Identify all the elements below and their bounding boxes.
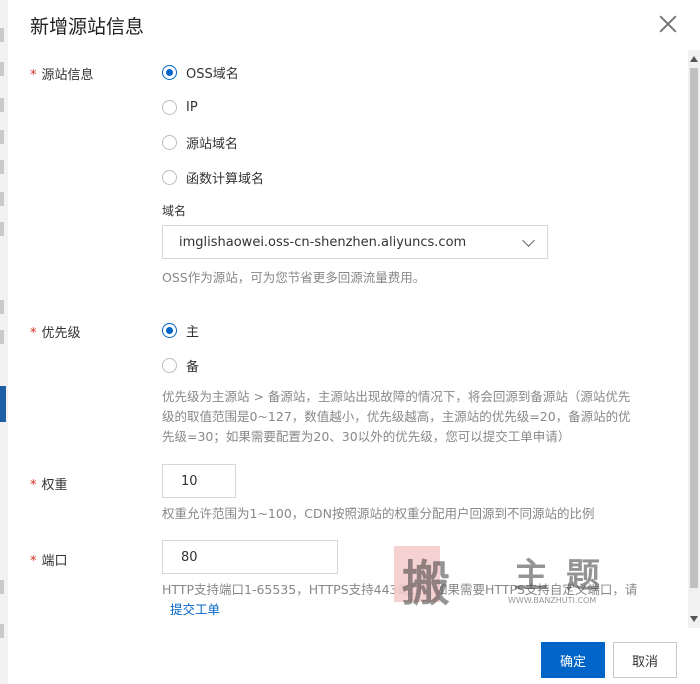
- domain-select-value: imglishaowei.oss-cn-shenzhen.aliyuncs.co…: [179, 234, 467, 250]
- required-mark: *: [30, 68, 37, 83]
- background-mark: [0, 130, 4, 144]
- port-label-text: 端口: [41, 554, 68, 569]
- scroll-down-arrow-icon[interactable]: [690, 616, 698, 622]
- port-label: * 端口: [30, 550, 68, 569]
- radio-priority-backup[interactable]: 备: [162, 355, 199, 375]
- background-mark: [0, 624, 4, 638]
- close-icon[interactable]: [656, 12, 680, 36]
- background-mark: [0, 192, 4, 206]
- radio-unchecked-icon: [162, 99, 177, 115]
- radio-unchecked-icon: [162, 169, 177, 185]
- radio-label: IP: [186, 99, 198, 115]
- radio-function-compute-domain[interactable]: 函数计算域名: [162, 167, 264, 187]
- background-page-strip: [0, 0, 8, 684]
- radio-label: 函数计算域名: [186, 171, 265, 187]
- add-origin-dialog: 新增源站信息 * 源站信息 OSS域名 IP 源站域名 函数计算域名 域名 img…: [8, 0, 700, 684]
- dialog-footer: 确定 取消: [8, 628, 700, 684]
- chevron-down-icon: [522, 234, 535, 247]
- background-mark: [0, 62, 4, 76]
- radio-origin-domain[interactable]: 源站域名: [162, 132, 238, 152]
- domain-select[interactable]: imglishaowei.oss-cn-shenzhen.aliyuncs.co…: [162, 225, 548, 259]
- weight-label-text: 权重: [41, 478, 68, 493]
- radio-priority-primary[interactable]: 主: [162, 320, 199, 340]
- radio-oss-domain[interactable]: OSS域名: [162, 62, 239, 82]
- background-active-nav: [0, 386, 6, 422]
- radio-label: 主: [186, 324, 200, 340]
- radio-label: 源站域名: [186, 136, 239, 152]
- required-mark: *: [30, 326, 37, 341]
- vertical-scrollbar[interactable]: [688, 50, 700, 628]
- submit-ticket-link[interactable]: 提交工单: [170, 602, 220, 617]
- background-mark: [0, 222, 4, 236]
- background-mark: [0, 580, 4, 594]
- origin-help-text: OSS作为源站，可为您节省更多回源流量费用。: [162, 270, 426, 285]
- priority-label-text: 优先级: [41, 326, 81, 341]
- origin-label: * 源站信息: [30, 64, 94, 83]
- radio-unchecked-icon: [162, 134, 177, 150]
- dialog-body: * 源站信息 OSS域名 IP 源站域名 函数计算域名 域名 imglishaow…: [8, 50, 700, 628]
- origin-label-text: 源站信息: [41, 68, 94, 83]
- scrollbar-thumb[interactable]: [690, 68, 698, 588]
- background-mark: [0, 98, 4, 112]
- port-input[interactable]: [162, 540, 338, 574]
- radio-unchecked-icon: [162, 357, 177, 373]
- background-mark: [0, 300, 4, 314]
- radio-checked-icon: [162, 322, 177, 338]
- radio-label: OSS域名: [186, 66, 239, 82]
- required-mark: *: [30, 478, 37, 493]
- port-help-text: HTTP支持端口1-65535，HTTPS支持443端口，如果需要HTTPS支持…: [162, 580, 640, 620]
- weight-label: * 权重: [30, 474, 68, 493]
- weight-help-text: 权重允许范围为1~100，CDN按照源站的权重分配用户回源到不同源站的比例: [162, 506, 595, 521]
- required-mark: *: [30, 554, 37, 569]
- background-mark: [0, 160, 4, 174]
- priority-help-text: 优先级为主源站 > 备源站，主源站出现故障的情况下，将会回源到备源站（源站优先级…: [162, 389, 631, 444]
- scroll-up-arrow-icon[interactable]: [690, 56, 698, 62]
- priority-label: * 优先级: [30, 322, 81, 341]
- dialog-title: 新增源站信息: [30, 16, 145, 38]
- radio-label: 备: [186, 359, 200, 375]
- domain-caption: 域名: [162, 204, 187, 218]
- background-mark: [0, 28, 4, 42]
- port-help-body: HTTP支持端口1-65535，HTTPS支持443端口，如果需要HTTPS支持…: [162, 582, 638, 597]
- weight-input[interactable]: [162, 464, 236, 498]
- radio-ip[interactable]: IP: [162, 97, 198, 117]
- confirm-button[interactable]: 确定: [541, 642, 605, 678]
- cancel-button[interactable]: 取消: [613, 642, 677, 678]
- radio-checked-icon: [162, 64, 177, 80]
- background-mark: [0, 330, 4, 344]
